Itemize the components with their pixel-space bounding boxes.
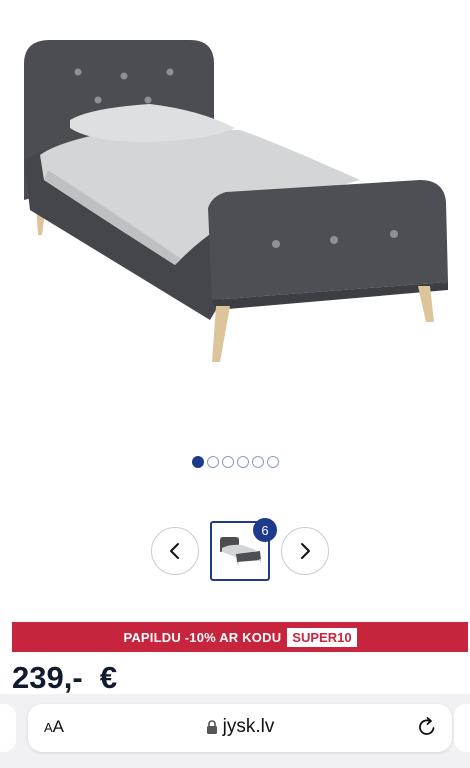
carousel-dot-6[interactable] bbox=[266, 456, 279, 468]
previous-tab-edge[interactable] bbox=[0, 704, 16, 752]
product-price: 239,- € bbox=[12, 660, 118, 695]
url-display[interactable]: jysk.lv bbox=[28, 716, 452, 738]
lock-icon bbox=[206, 719, 217, 734]
next-image-button[interactable] bbox=[281, 527, 329, 575]
reload-icon bbox=[419, 717, 435, 735]
carousel-dot-4[interactable] bbox=[236, 456, 249, 468]
carousel-dots bbox=[0, 456, 470, 468]
promo-text: PAPILDU -10% AR KODU bbox=[123, 629, 282, 645]
reload-button[interactable] bbox=[416, 716, 438, 743]
chevron-left-icon bbox=[170, 543, 179, 559]
carousel-dot-3[interactable] bbox=[221, 456, 234, 468]
carousel-dot-1[interactable] bbox=[191, 456, 204, 468]
carousel-dot-5[interactable] bbox=[251, 456, 264, 468]
carousel-dot-2[interactable] bbox=[206, 456, 219, 468]
browser-toolbar: AA jysk.lv bbox=[0, 694, 470, 768]
previous-image-button[interactable] bbox=[151, 527, 199, 575]
url-text: jysk.lv bbox=[222, 716, 275, 737]
next-tab-edge[interactable] bbox=[454, 704, 470, 752]
address-bar[interactable]: AA jysk.lv bbox=[28, 704, 452, 752]
promo-code: SUPER10 bbox=[287, 627, 357, 647]
image-count-badge: 6 bbox=[253, 518, 277, 542]
thumbnail-navigation: 6 bbox=[0, 518, 470, 582]
promo-banner[interactable]: PAPILDU -10% AR KODU SUPER10 bbox=[12, 622, 468, 652]
bed-footboard bbox=[208, 180, 448, 300]
product-image[interactable] bbox=[0, 0, 470, 440]
chevron-right-icon bbox=[301, 543, 310, 559]
